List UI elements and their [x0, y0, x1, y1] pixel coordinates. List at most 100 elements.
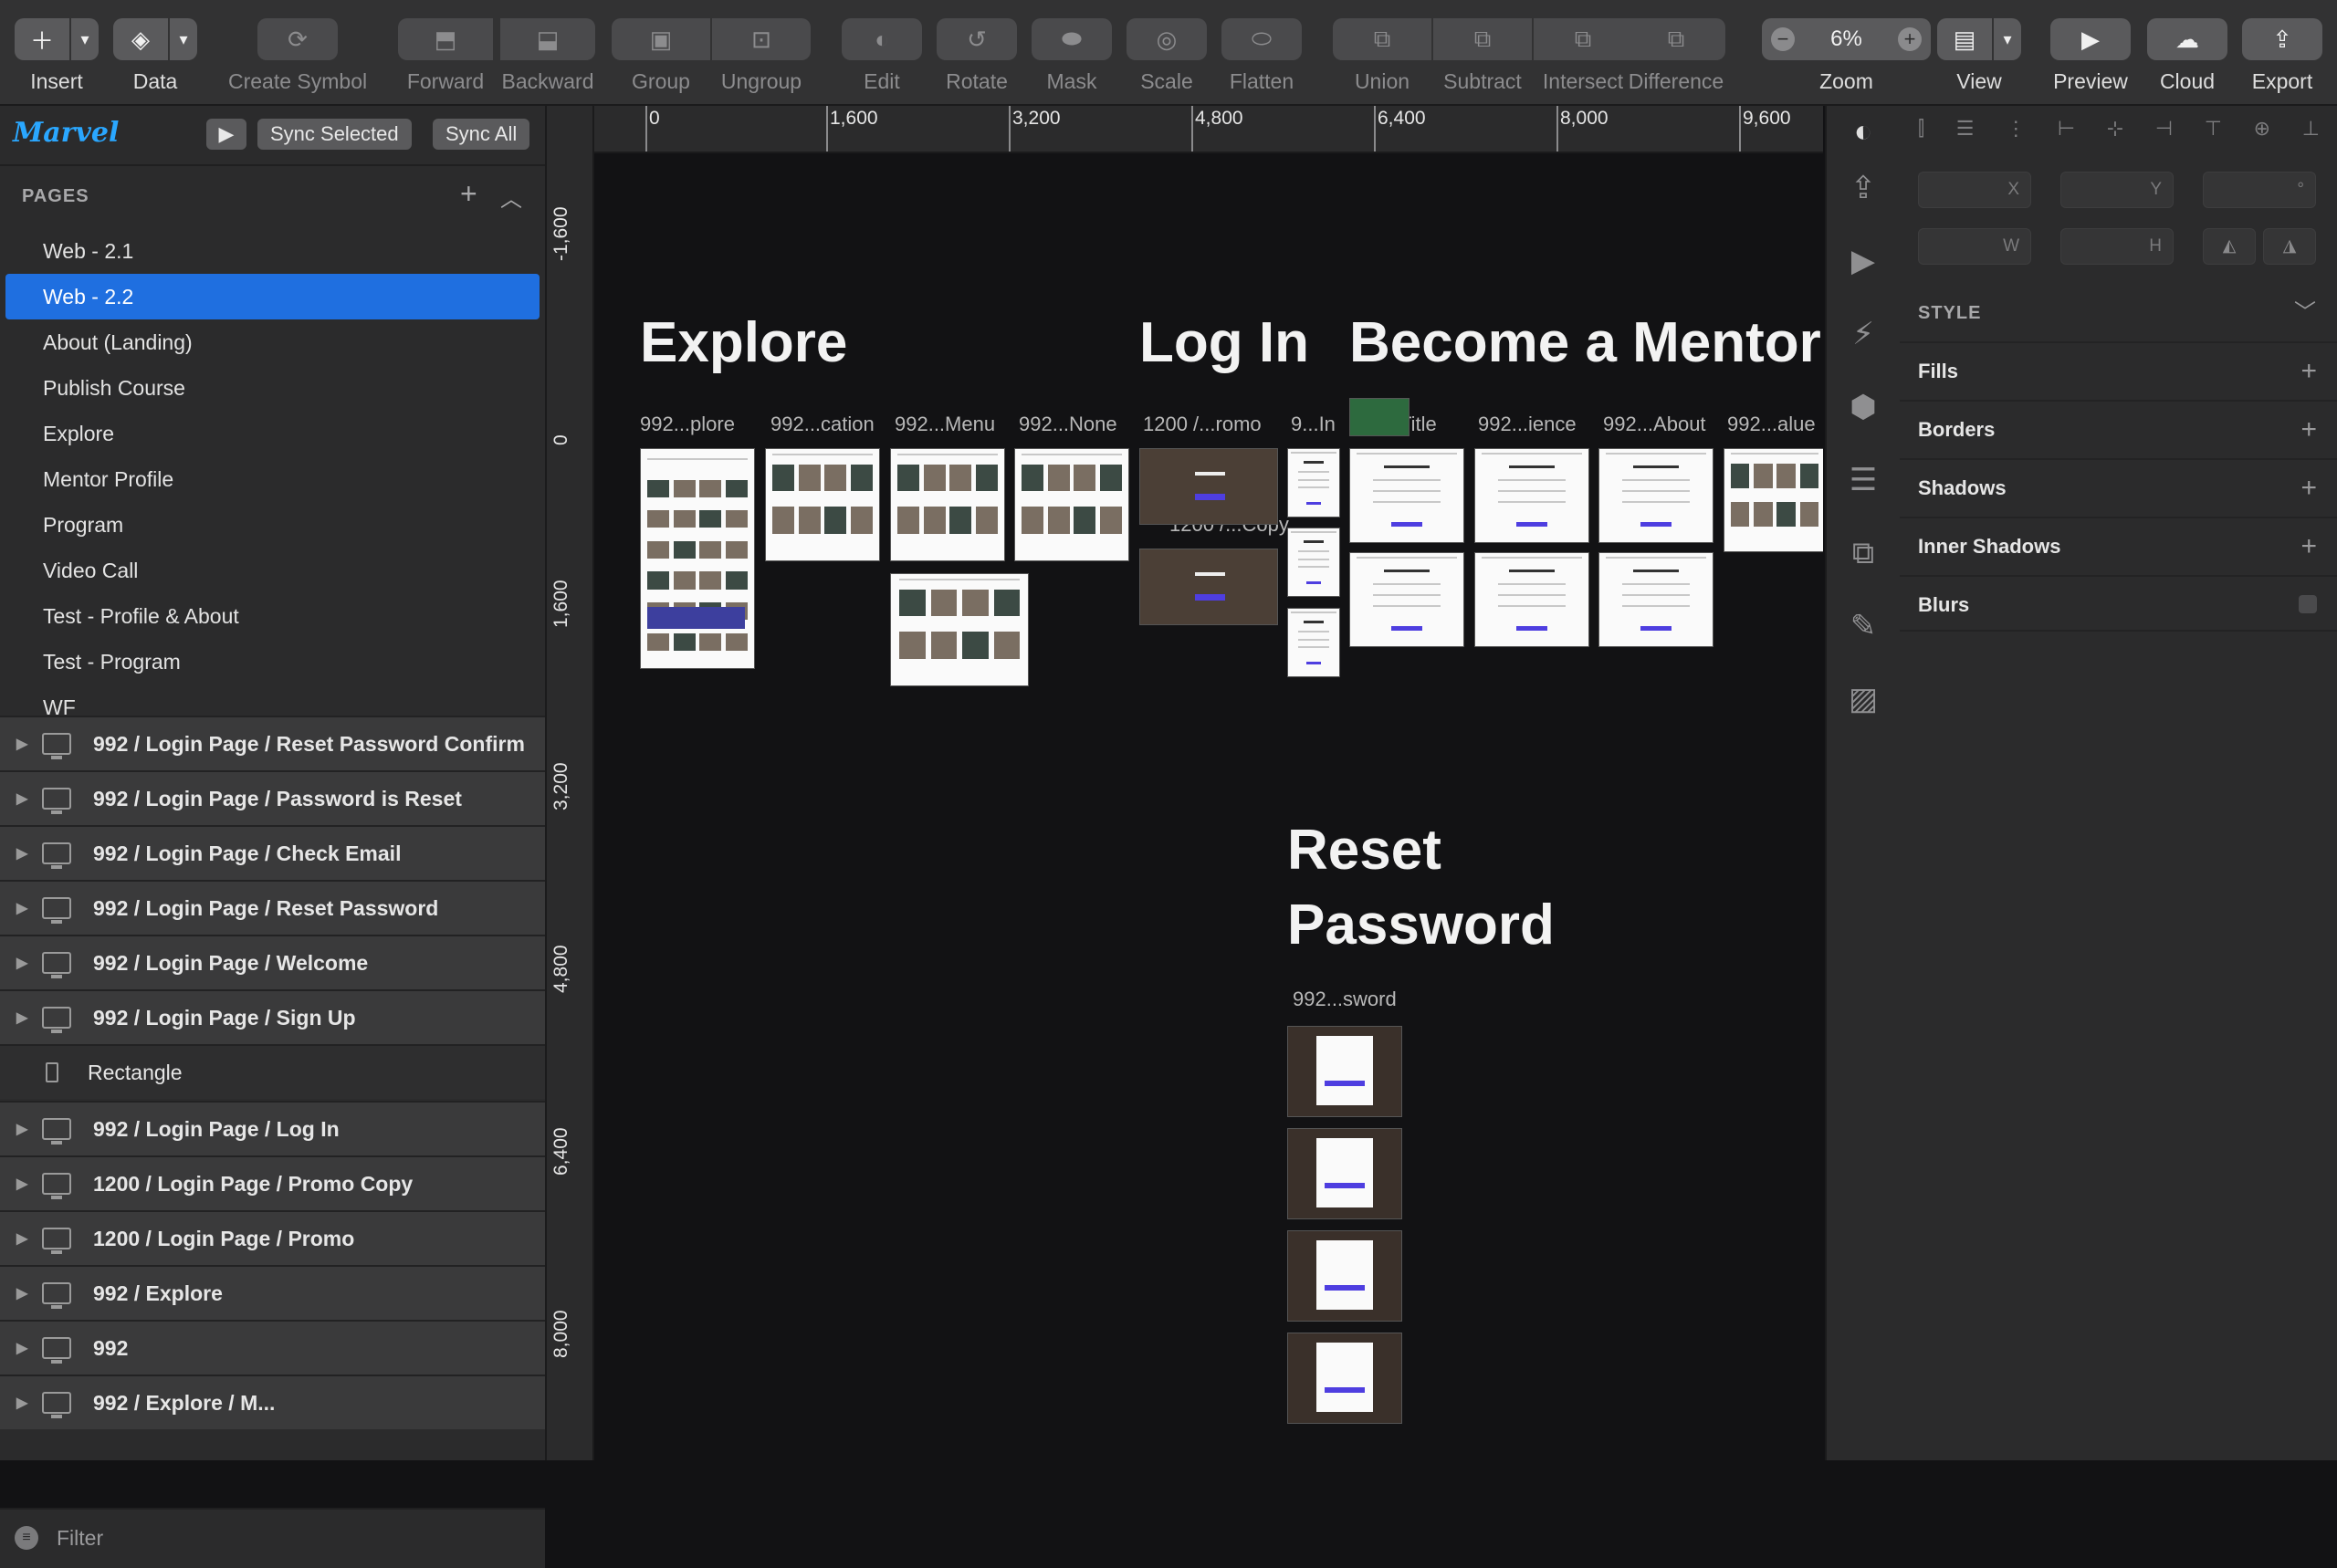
- insert-button[interactable]: ＋ ▾ Insert: [15, 18, 99, 94]
- layer-artboard[interactable]: ▶ 992 / Login Page / Log In: [0, 1101, 545, 1155]
- layer-artboard[interactable]: ▶ 992 / Login Page / Reset Password: [0, 880, 545, 935]
- artboard-thumbnail[interactable]: [890, 573, 1029, 686]
- artboard-thumbnail[interactable]: [1287, 608, 1340, 677]
- artboard-thumbnail[interactable]: [1014, 448, 1129, 561]
- disclosure-triangle-icon[interactable]: ▶: [16, 899, 27, 917]
- page-item[interactable]: Web - 2.2: [5, 274, 540, 319]
- align-middle-icon[interactable]: ⊕: [2254, 117, 2270, 153]
- blur-checkbox[interactable]: [2299, 595, 2317, 613]
- artboard-thumbnail[interactable]: [1139, 549, 1278, 625]
- borders-section[interactable]: Borders +: [1900, 400, 2337, 456]
- data-button[interactable]: ◈ ▾ Data: [113, 18, 197, 94]
- add-shadow-icon[interactable]: +: [2300, 460, 2317, 517]
- artboard-thumbnail[interactable]: [1287, 1026, 1402, 1117]
- style-section[interactable]: STYLE ﹀: [1900, 285, 2337, 341]
- height-field[interactable]: H: [2060, 228, 2174, 265]
- filter-bar[interactable]: ≡ Filter: [0, 1508, 545, 1568]
- zoom-control[interactable]: − 6% + Zoom: [1762, 18, 1931, 94]
- artboard-thumbnail[interactable]: [1474, 552, 1589, 647]
- artboard-thumbnail[interactable]: [1349, 552, 1464, 647]
- artboard-thumbnail[interactable]: [1349, 398, 1410, 436]
- artboard-thumbnail[interactable]: [765, 448, 880, 561]
- layer-artboard[interactable]: ▶ 992 / Explore / M...: [0, 1375, 545, 1429]
- preview-button[interactable]: ▶ Preview: [2050, 18, 2131, 94]
- shadows-section[interactable]: Shadows +: [1900, 458, 2337, 515]
- canvas[interactable]: Explore Log In Become a Mentor Reset Pas…: [594, 153, 1823, 1460]
- artboard-thumbnail[interactable]: [1139, 448, 1278, 525]
- artboard-thumbnail[interactable]: [1287, 528, 1340, 597]
- distribute-center-icon[interactable]: ⊹: [2107, 117, 2123, 153]
- artboard-thumbnail[interactable]: [1287, 1128, 1402, 1219]
- layer-artboard[interactable]: ▶ 992 / Login Page / Reset Password Confi…: [0, 716, 545, 770]
- list-icon[interactable]: ☰: [1845, 462, 1881, 498]
- layer-artboard[interactable]: ▶ 992 / Login Page / Password is Reset: [0, 770, 545, 825]
- hexagon-icon[interactable]: ⬢: [1845, 389, 1881, 425]
- disclosure-triangle-icon[interactable]: ▶: [16, 735, 27, 753]
- artboard-thumbnail[interactable]: [1598, 448, 1713, 543]
- difference-button[interactable]: ⧉ Difference: [1627, 18, 1725, 94]
- prototype-play-icon[interactable]: ▶: [1845, 243, 1881, 279]
- export-button[interactable]: ⇪ Export: [2242, 18, 2322, 94]
- layer-artboard[interactable]: ▶ 992: [0, 1320, 545, 1375]
- artboard-label[interactable]: 992...plore: [640, 413, 735, 436]
- union-button[interactable]: ⧉ Union: [1333, 18, 1431, 94]
- page-item[interactable]: About (Landing): [5, 319, 540, 365]
- disclosure-triangle-icon[interactable]: ▶: [16, 789, 27, 808]
- zoom-in-icon[interactable]: +: [1898, 27, 1922, 51]
- flip-vertical-icon[interactable]: ◮: [2263, 228, 2316, 265]
- disclosure-triangle-icon[interactable]: ▶: [16, 1009, 27, 1027]
- disclosure-triangle-icon[interactable]: ▶: [16, 1284, 27, 1302]
- inner-shadows-section[interactable]: Inner Shadows +: [1900, 517, 2337, 573]
- artboard-thumbnail[interactable]: [1598, 552, 1713, 647]
- rotation-field[interactable]: °: [2203, 172, 2316, 208]
- disclosure-triangle-icon[interactable]: ▶: [16, 1394, 27, 1412]
- add-image-icon[interactable]: ▨: [1845, 681, 1881, 717]
- artboard-thumbnail[interactable]: [1349, 448, 1464, 543]
- create-symbol-button[interactable]: ⟳ Create Symbol: [228, 18, 367, 94]
- align-top-icon[interactable]: ⊤: [2205, 117, 2222, 153]
- collapse-icon[interactable]: ︿: [500, 181, 522, 213]
- page-item[interactable]: Program: [5, 502, 540, 548]
- add-page-icon[interactable]: +: [460, 177, 477, 211]
- artboard-label[interactable]: 992...None: [1019, 413, 1117, 436]
- artboard-label[interactable]: 992...cation: [770, 413, 875, 436]
- forward-button[interactable]: ⬒ Forward: [398, 18, 493, 94]
- group-button[interactable]: ▣ Group: [612, 18, 710, 94]
- artboard-label[interactable]: 992...sword: [1293, 988, 1397, 1011]
- flip-horizontal-icon[interactable]: ◭: [2203, 228, 2256, 265]
- play-button[interactable]: ▶: [206, 119, 246, 150]
- subtract-button[interactable]: ⧉ Subtract: [1433, 18, 1532, 94]
- disclosure-triangle-icon[interactable]: ▶: [16, 844, 27, 862]
- artboard-label[interactable]: 992...alue: [1727, 413, 1816, 436]
- image-edit-icon[interactable]: ✎: [1845, 608, 1881, 644]
- backward-button[interactable]: ⬓ Backward: [500, 18, 595, 94]
- more-icon[interactable]: ⋮: [2006, 117, 2026, 153]
- edit-button[interactable]: ◐ Edit: [842, 18, 922, 94]
- align-left-icon[interactable]: ⫿: [1918, 117, 1924, 153]
- zoom-out-icon[interactable]: −: [1771, 27, 1795, 51]
- layer-artboard[interactable]: ▶ 992 / Login Page / Welcome: [0, 935, 545, 989]
- layer-artboard[interactable]: ▶ 992 / Login Page / Check Email: [0, 825, 545, 880]
- layer-artboard[interactable]: ▶ 1200 / Login Page / Promo Copy: [0, 1155, 545, 1210]
- disclosure-triangle-icon[interactable]: ▶: [16, 1120, 27, 1138]
- lightning-icon[interactable]: ⚡︎: [1845, 316, 1881, 352]
- cloud-button[interactable]: ☁ Cloud: [2147, 18, 2227, 94]
- page-item[interactable]: Mentor Profile: [5, 456, 540, 502]
- add-inner-shadow-icon[interactable]: +: [2300, 518, 2317, 575]
- page-item[interactable]: Publish Course: [5, 365, 540, 411]
- sync-selected-button[interactable]: Sync Selected: [257, 119, 412, 150]
- artboard-thumbnail[interactable]: [1474, 448, 1589, 543]
- artboard-thumbnail[interactable]: [1287, 1230, 1402, 1322]
- add-border-icon[interactable]: +: [2300, 402, 2317, 458]
- layer-artboard[interactable]: ▶ 992 / Explore: [0, 1265, 545, 1320]
- mask-button[interactable]: ⬬ Mask: [1032, 18, 1112, 94]
- artboard-thumbnail[interactable]: [890, 448, 1005, 561]
- y-field[interactable]: Y: [2060, 172, 2174, 208]
- rotate-button[interactable]: ↺ Rotate: [937, 18, 1017, 94]
- x-field[interactable]: X: [1918, 172, 2031, 208]
- artboard-label[interactable]: 992...ience: [1478, 413, 1577, 436]
- artboard-thumbnail[interactable]: [640, 448, 755, 669]
- artboard-thumbnail[interactable]: [1287, 1333, 1402, 1424]
- blurs-section[interactable]: Blurs: [1900, 575, 2337, 632]
- intersect-button[interactable]: ⧉ Intersect: [1534, 18, 1632, 94]
